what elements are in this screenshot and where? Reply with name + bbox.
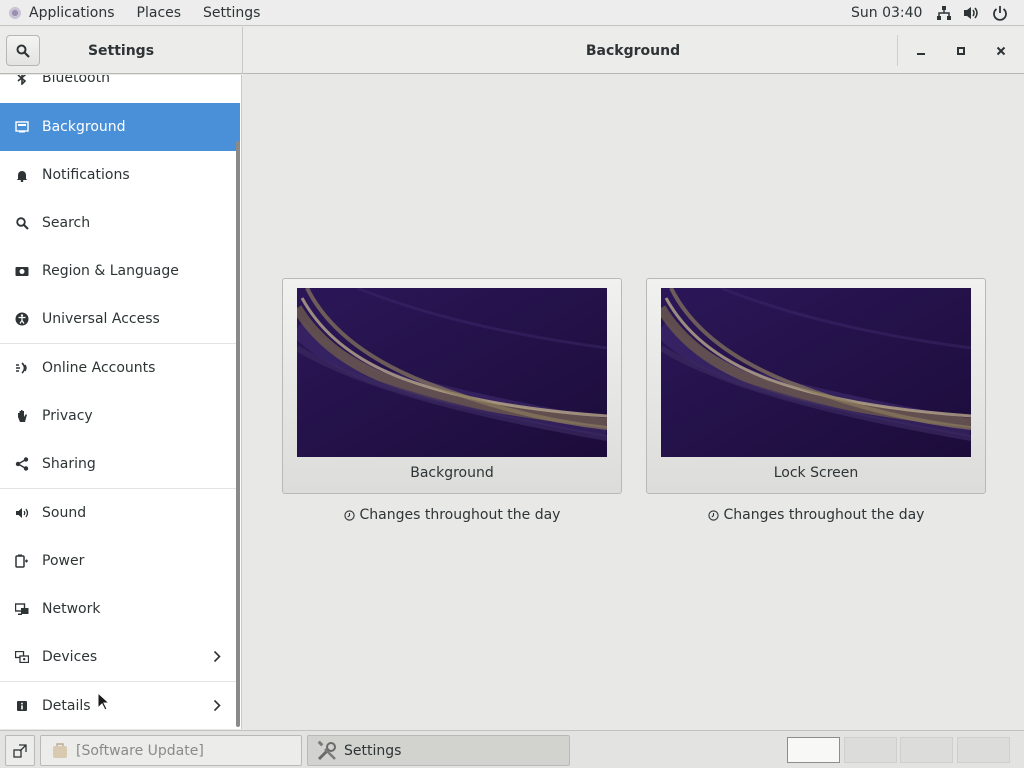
lock-screen-thumbnail [661,288,971,457]
workspace-4[interactable] [957,737,1010,763]
sidebar-item-label: Sound [42,505,87,521]
mouse-cursor-icon [97,692,109,711]
page-title: Background [585,42,681,59]
devices-icon [15,650,29,664]
info-icon [15,699,29,713]
sidebar-item-online-accounts[interactable]: Online Accounts [0,344,240,392]
speaker-icon [15,506,29,520]
window-header: Settings Background [0,27,1024,74]
minimize-button[interactable] [909,39,933,63]
clock[interactable]: Sun 03:40 [851,0,922,26]
chevron-right-icon [213,699,221,716]
sidebar-item-label: Bluetooth [42,75,110,86]
card-label: Lock Screen [773,465,859,481]
settings-menu[interactable]: Settings [192,0,271,25]
network-icon[interactable] [934,4,953,23]
search-icon [16,44,30,58]
maximize-icon [957,47,965,55]
minimize-icon [917,53,925,55]
clock-icon [707,509,719,521]
sidebar-item-sound[interactable]: Sound [0,489,240,537]
sidebar-item-search[interactable]: Search [0,199,240,247]
bluetooth-icon [15,75,29,85]
sidebar-item-bluetooth[interactable]: Bluetooth [0,75,240,102]
accessibility-icon [15,312,29,326]
top-menu: Applications Places Settings [0,0,271,25]
bottom-taskbar: [Software Update] Settings [0,730,1024,768]
sidebar-item-label: Online Accounts [42,360,156,376]
sidebar-item-label: Network [42,601,101,617]
bell-icon [15,168,29,182]
sidebar-item-sharing[interactable]: Sharing [0,440,240,488]
volume-icon[interactable] [962,4,981,23]
workspace-2[interactable] [844,737,897,763]
close-icon [996,46,1006,56]
clock-icon [343,509,355,521]
lock-screen-wallpaper-button[interactable]: Lock Screen [646,278,986,494]
sidebar-item-power[interactable]: Power [0,537,240,585]
show-desktop-button[interactable] [5,735,35,766]
sidebar-scrollbar[interactable] [236,141,240,727]
camera-icon [15,264,29,278]
sidebar-item-label: Notifications [42,167,130,183]
sidebar-item-region-language[interactable]: Region & Language [0,247,240,295]
task-label: Settings [344,742,402,759]
sidebar-item-background[interactable]: Background [0,103,240,151]
network-icon [15,602,29,616]
background-wallpaper-button[interactable]: Background [282,278,622,494]
workspace-3[interactable] [900,737,953,763]
sidebar-item-universal-access[interactable]: Universal Access [0,295,240,343]
workspace-1[interactable] [787,737,840,763]
battery-icon [15,554,29,568]
power-icon[interactable] [990,4,1009,23]
sidebar-item-label: Privacy [42,408,93,424]
sidebar-item-label: Power [42,553,85,569]
settings-sidebar[interactable]: Bluetooth Background Notifications Searc… [0,75,242,729]
sidebar-item-label: Search [42,215,91,231]
task-settings[interactable]: Settings [307,735,570,766]
note-text: Changes throughout the day [359,507,561,523]
background-schedule-note: Changes throughout the day [282,507,622,523]
sidebar-item-network[interactable]: Network [0,585,240,633]
sidebar-item-label: Universal Access [42,311,160,327]
software-update-icon [53,742,67,758]
settings-tools-icon [317,740,336,760]
sidebar-item-privacy[interactable]: Privacy [0,392,240,440]
system-tray[interactable] [934,0,1009,26]
sidebar-item-label: Sharing [42,456,96,472]
places-menu[interactable]: Places [126,0,193,25]
sidebar-item-devices[interactable]: Devices [0,633,240,681]
sidebar-item-label: Details [42,698,91,714]
search-icon [15,216,29,230]
sidebar-item-notifications[interactable]: Notifications [0,151,240,199]
close-button[interactable] [989,39,1013,63]
header-controls-divider [897,35,898,66]
show-desktop-icon [13,743,27,758]
sidebar-item-label: Devices [42,649,98,665]
background-panel: Background Changes throughout the day Lo… [243,75,1024,729]
task-label: [Software Update] [76,742,204,759]
maximize-button[interactable] [949,39,973,63]
background-thumbnail [297,288,607,457]
sidebar-item-label: Region & Language [42,263,179,279]
chevron-right-icon [213,650,221,667]
display-icon [15,120,29,134]
search-button[interactable] [6,35,40,66]
note-text: Changes throughout the day [723,507,925,523]
sidebar-item-label: Background [42,119,126,135]
task-software-update[interactable]: [Software Update] [40,735,302,766]
sidebar-item-details[interactable]: Details [0,682,240,729]
lock-screen-schedule-note: Changes throughout the day [646,507,986,523]
online-accounts-icon [15,361,29,375]
hand-icon [15,409,29,423]
card-label: Background [410,465,494,481]
applications-menu[interactable]: Applications [18,0,126,25]
share-icon [15,457,29,471]
top-bar: Applications Places Settings Sun 03:40 [0,0,1024,26]
